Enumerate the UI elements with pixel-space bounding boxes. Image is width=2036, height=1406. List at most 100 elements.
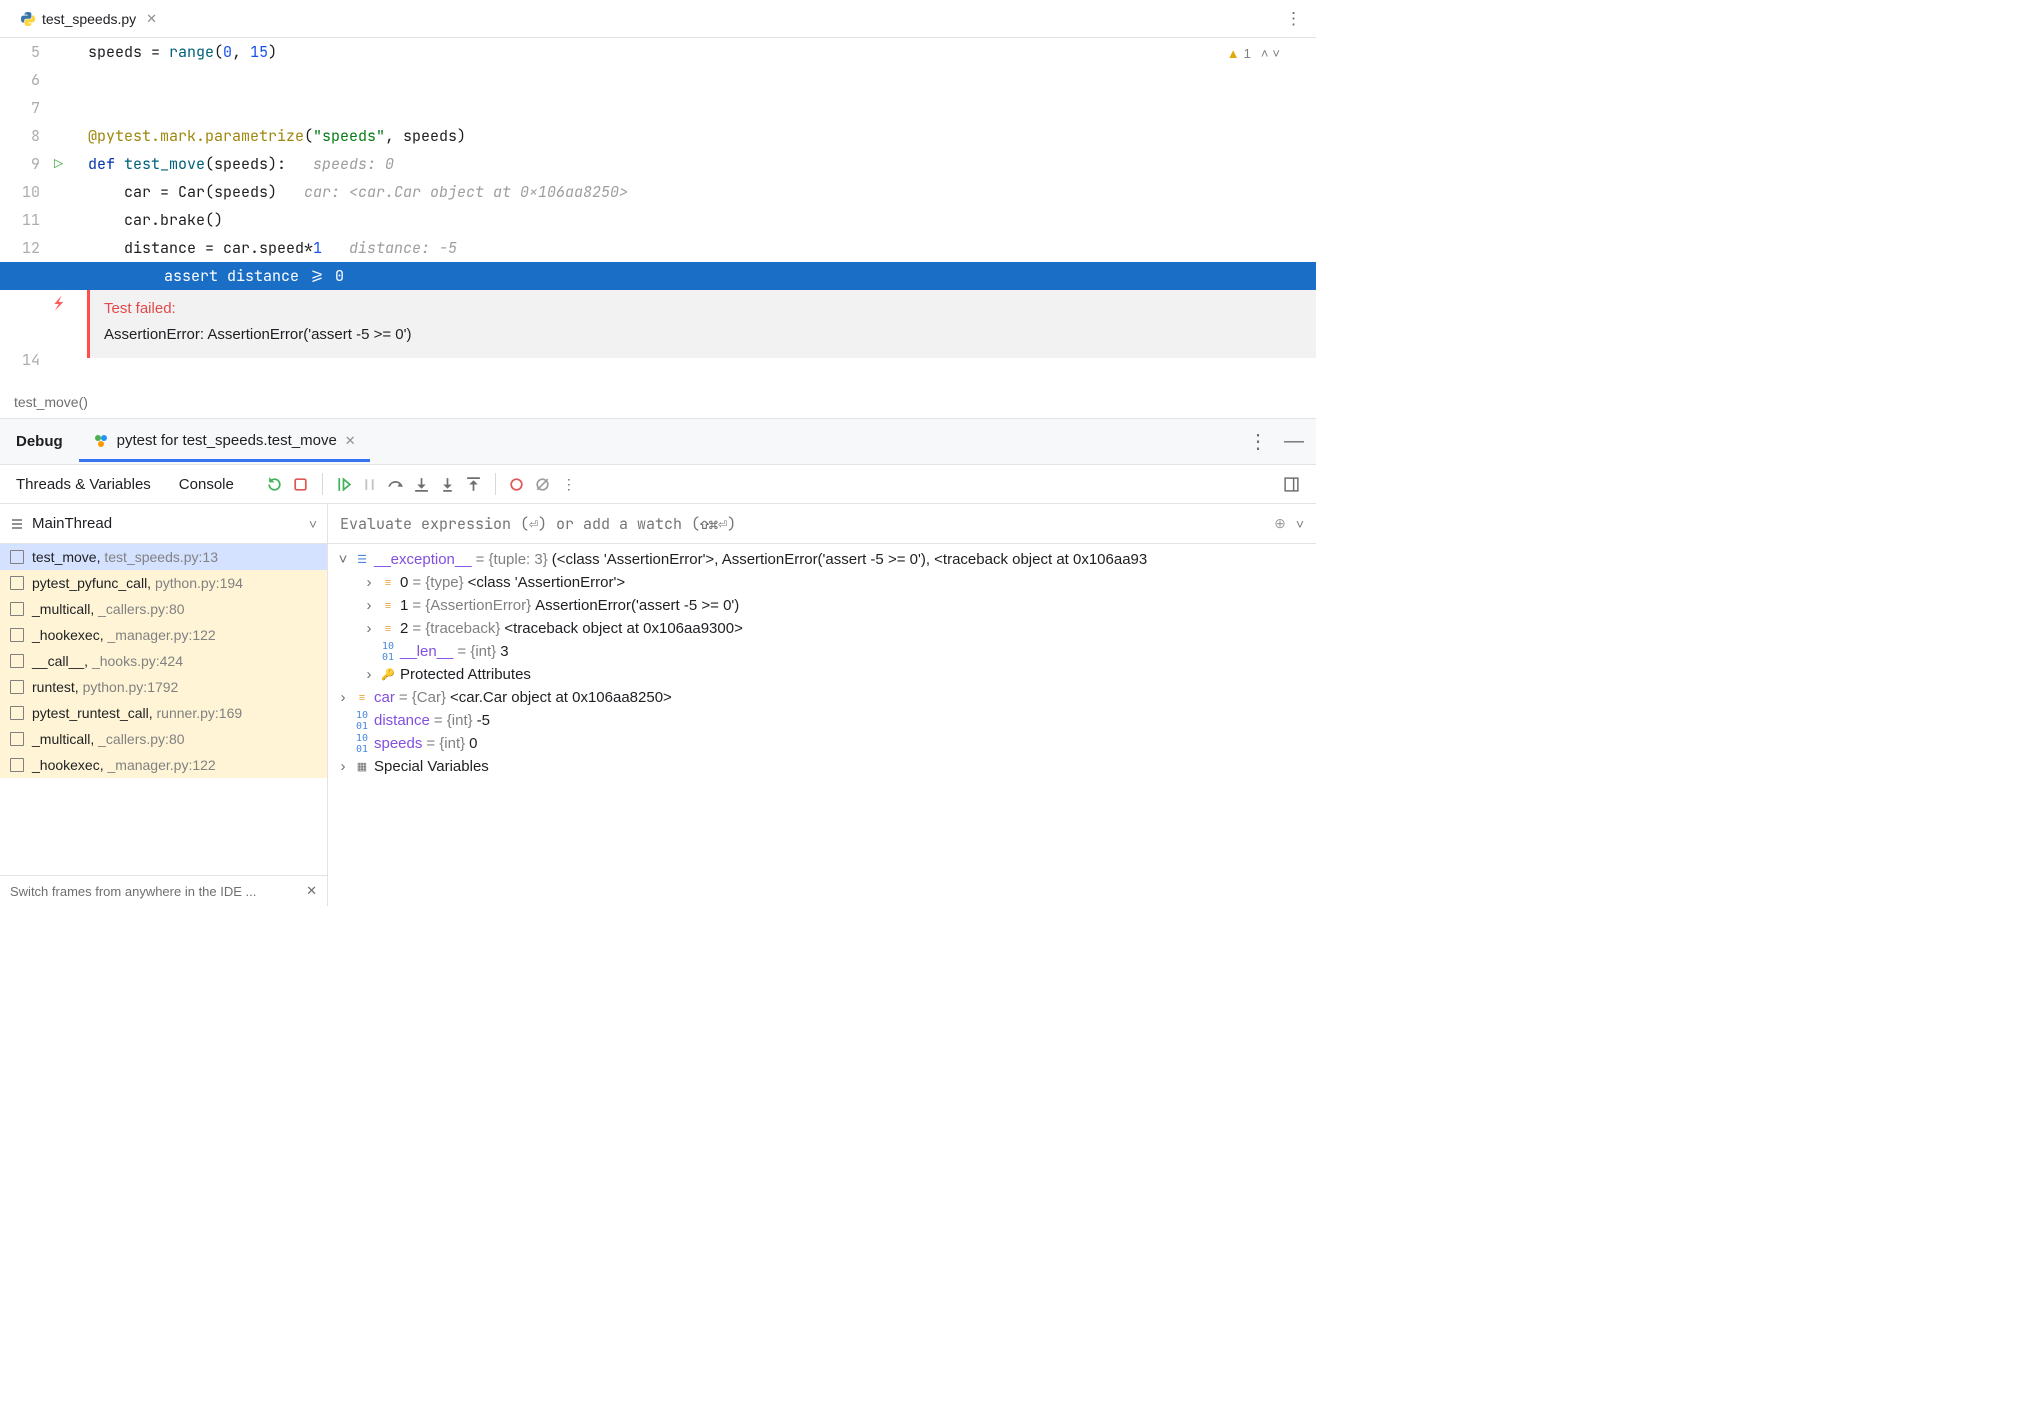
int-icon: 1001 <box>380 644 396 660</box>
run-config-tab[interactable]: pytest for test_speeds.test_move ✕ <box>79 422 370 462</box>
console-tab[interactable]: Console <box>179 476 234 493</box>
error-title: Test failed: <box>104 296 1302 322</box>
more-debug-icon[interactable]: ⋮ <box>556 471 582 497</box>
var-protected-attributes[interactable]: › 🔑 Protected Attributes <box>328 663 1316 686</box>
var-len[interactable]: 1001 __len__ = {int} 3 <box>328 640 1316 663</box>
code-line: @pytest.mark.parametrize("speeds", speed… <box>88 122 1316 150</box>
line-number: 10 <box>0 178 40 206</box>
stack-frame[interactable]: _multicall, _callers.py:80 <box>0 726 327 752</box>
close-run-config-icon[interactable]: ✕ <box>345 433 356 449</box>
exception-icon[interactable]: ⚡ <box>54 290 64 318</box>
expand-icon[interactable]: › <box>362 620 376 637</box>
collapse-icon[interactable]: ˅ <box>336 551 350 568</box>
frames-list: test_move, test_speeds.py:13pytest_pyfun… <box>0 544 327 875</box>
code-line: speeds = range(0, 15) <box>88 38 1316 66</box>
code-line: car = Car(speeds) car: <car.Car object a… <box>88 178 1316 206</box>
close-hint-icon[interactable]: ✕ <box>306 883 317 899</box>
stack-frame[interactable]: pytest_runtest_call, runner.py:169 <box>0 700 327 726</box>
expand-icon[interactable]: › <box>336 758 350 775</box>
more-icon[interactable]: ⋮ <box>1285 9 1302 29</box>
variables-tree: ˅ ☰ __exception__ = {tuple: 3} (<class '… <box>328 544 1316 906</box>
var-exception-0[interactable]: › ≡ 0 = {type} <class 'AssertionError'> <box>328 571 1316 594</box>
line-number: 11 <box>0 206 40 234</box>
breadcrumb[interactable]: test_move() <box>0 386 1316 418</box>
frame-icon <box>10 576 24 590</box>
current-execution-line: assert distance >= 0 <box>0 262 1316 290</box>
line-number: 12 <box>0 234 40 262</box>
threads-variables-tab[interactable]: Threads & Variables <box>16 476 151 493</box>
line-number: 7 <box>0 94 40 122</box>
var-exception[interactable]: ˅ ☰ __exception__ = {tuple: 3} (<class '… <box>328 548 1316 571</box>
stack-frame[interactable]: test_move, test_speeds.py:13 <box>0 544 327 570</box>
var-speeds[interactable]: 1001 speeds = {int} 0 <box>328 732 1316 755</box>
thread-dropdown-icon[interactable]: ˅ <box>309 516 317 532</box>
expand-icon[interactable]: › <box>362 666 376 683</box>
mute-breakpoints-icon[interactable] <box>530 471 556 497</box>
add-watch-icon[interactable]: ⊕ <box>1274 515 1286 532</box>
code-area[interactable]: speeds = range(0, 15) @pytest.mark.param… <box>88 38 1316 386</box>
rerun-icon[interactable] <box>262 471 288 497</box>
line-number: 6 <box>0 66 40 94</box>
evaluate-expression-input[interactable] <box>340 514 1264 534</box>
threads-column: MainThread ˅ test_move, test_speeds.py:1… <box>0 504 328 906</box>
editor-tab-bar: test_speeds.py ✕ ⋮ <box>0 0 1316 38</box>
stack-frame[interactable]: runtest, python.py:1792 <box>0 674 327 700</box>
stack-frame[interactable]: _hookexec, _manager.py:122 <box>0 752 327 778</box>
thread-icon <box>10 517 24 531</box>
step-into-icon[interactable] <box>409 471 435 497</box>
run-test-icon[interactable]: ▷ <box>54 150 63 178</box>
step-over-icon[interactable] <box>383 471 409 497</box>
object-icon: ≡ <box>380 598 396 614</box>
frame-icon <box>10 602 24 616</box>
line-number-gutter: 5 6 7 8 9 10 11 12 13 14 <box>0 38 48 386</box>
variables-column: ⊕ ˅ ˅ ☰ __exception__ = {tuple: 3} (<cla… <box>328 504 1316 906</box>
object-icon: ≡ <box>354 690 370 706</box>
code-line <box>88 358 1316 386</box>
layout-settings-icon[interactable] <box>1278 471 1304 497</box>
line-number: 8 <box>0 122 40 150</box>
stack-frame[interactable]: __call__, _hooks.py:424 <box>0 648 327 674</box>
file-tab[interactable]: test_speeds.py ✕ <box>10 5 167 33</box>
pause-icon[interactable] <box>357 471 383 497</box>
var-car[interactable]: › ≡ car = {Car} <car.Car object at 0x106… <box>328 686 1316 709</box>
code-line <box>88 66 1316 94</box>
run-config-label: pytest for test_speeds.test_move <box>117 432 337 449</box>
code-line: distance = car.speed*1 distance: -5 <box>88 234 1316 262</box>
expand-icon[interactable]: › <box>362 597 376 614</box>
object-icon: ≡ <box>380 621 396 637</box>
frame-icon <box>10 732 24 746</box>
debug-tab[interactable]: Debug <box>0 421 79 462</box>
resume-icon[interactable] <box>331 471 357 497</box>
frame-icon <box>10 706 24 720</box>
code-line: def test_move(speeds): speeds: 0 <box>88 150 1316 178</box>
debug-body: MainThread ˅ test_move, test_speeds.py:1… <box>0 504 1316 906</box>
var-distance[interactable]: 1001 distance = {int} -5 <box>328 709 1316 732</box>
frame-icon <box>10 680 24 694</box>
stack-frame[interactable]: _hookexec, _manager.py:122 <box>0 622 327 648</box>
int-icon: 1001 <box>354 713 370 729</box>
step-out-icon[interactable] <box>461 471 487 497</box>
frame-icon <box>10 758 24 772</box>
stop-icon[interactable] <box>288 471 314 497</box>
stack-frame[interactable]: pytest_pyfunc_call, python.py:194 <box>0 570 327 596</box>
line-number: 14 <box>0 346 40 374</box>
close-tab-icon[interactable]: ✕ <box>146 11 157 27</box>
line-number: 5 <box>0 38 40 66</box>
inline-error-block: Test failed: AssertionError: AssertionEr… <box>87 290 1316 358</box>
var-exception-1[interactable]: › ≡ 1 = {AssertionError} AssertionError(… <box>328 594 1316 617</box>
debug-subbar: Threads & Variables Console ⋮ <box>0 464 1316 504</box>
var-special-variables[interactable]: › ▦ Special Variables <box>328 755 1316 778</box>
frame-icon <box>10 550 24 564</box>
minimize-icon[interactable]: — <box>1284 430 1304 453</box>
expand-icon[interactable]: › <box>336 689 350 706</box>
step-into-my-code-icon[interactable] <box>435 471 461 497</box>
expand-icon[interactable]: › <box>362 574 376 591</box>
options-icon[interactable]: ⋮ <box>1248 429 1268 454</box>
gutter-icons: ▷ ⚡ <box>48 38 88 386</box>
int-icon: 1001 <box>354 736 370 752</box>
thread-selector[interactable]: MainThread ˅ <box>0 504 327 544</box>
var-exception-2[interactable]: › ≡ 2 = {traceback} <traceback object at… <box>328 617 1316 640</box>
stack-frame[interactable]: _multicall, _callers.py:80 <box>0 596 327 622</box>
view-breakpoints-icon[interactable] <box>504 471 530 497</box>
expand-eval-icon[interactable]: ˅ <box>1296 516 1304 532</box>
